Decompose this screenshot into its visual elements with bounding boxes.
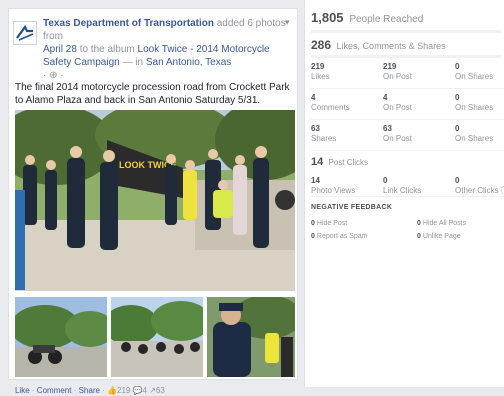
post-insights-panel: 1,805 People Reached 286 Likes, Comments… bbox=[304, 0, 504, 387]
metric-label: On Post bbox=[383, 103, 412, 112]
metric-label: Comments bbox=[311, 103, 350, 112]
post-date-link[interactable]: April 28 bbox=[43, 44, 77, 55]
metric-label: On Shares bbox=[455, 134, 494, 143]
clicks-label: Post Clicks bbox=[328, 158, 369, 167]
metric-value: 63 bbox=[311, 124, 320, 133]
location-prefix: — in bbox=[122, 57, 144, 68]
metric-label: On Shares bbox=[455, 72, 494, 81]
metric-value: 0 bbox=[455, 124, 460, 133]
metric-value: 4 bbox=[311, 93, 316, 102]
shares-row: 63 Shares 63 On Post 0 On Shares bbox=[311, 120, 504, 151]
hide-all-posts-stat: 0 Hide All Posts bbox=[417, 220, 467, 227]
unlike-page-stat: 0 Unlike Page bbox=[417, 233, 461, 240]
metric-value: 219 bbox=[311, 62, 325, 71]
metric-value: 14 bbox=[311, 176, 320, 185]
negative-feedback-title: NEGATIVE FEEDBACK bbox=[311, 204, 393, 211]
album-prefix: to the album bbox=[79, 44, 135, 55]
metric-value: 219 bbox=[383, 62, 397, 71]
metric-label: Shares bbox=[311, 134, 337, 143]
post-stats: 👍219 💬4 ↗63 bbox=[107, 386, 165, 395]
engagement-label: Likes, Comments & Shares bbox=[336, 41, 446, 51]
clicks-breakdown: 14 Photo Views 0 Link Clicks 0 Other Clicks… bbox=[311, 172, 504, 197]
post-footer: Like · Comment · Share · 👍219 💬4 ↗63 bbox=[15, 386, 165, 395]
thumbnail-photo-3[interactable] bbox=[207, 297, 295, 377]
metric-value: 0 bbox=[455, 93, 460, 102]
engagement-summary: 286 Likes, Comments & Shares bbox=[311, 38, 501, 52]
reach-summary: 1,805 People Reached bbox=[311, 10, 501, 25]
comments-row: 4 Comments 4 On Post 0 On Shares bbox=[311, 89, 504, 120]
chevron-down-icon[interactable]: ▾ bbox=[285, 17, 295, 27]
metric-value: 4 bbox=[383, 93, 388, 102]
metric-value: 63 bbox=[383, 124, 392, 133]
reach-label: People Reached bbox=[349, 14, 424, 25]
clicks-value: 14 bbox=[311, 156, 324, 168]
location-link[interactable]: San Antonio, Texas bbox=[146, 57, 231, 68]
page-avatar[interactable] bbox=[13, 21, 37, 45]
engagement-value: 286 bbox=[311, 38, 332, 52]
thumbnail-photo-2[interactable] bbox=[111, 297, 203, 377]
metric-label: On Post bbox=[383, 134, 412, 143]
post-clicks-summary: 14 Post Clicks bbox=[311, 156, 501, 168]
metric-value: 0 bbox=[455, 176, 460, 185]
post-body: The final 2014 motorcycle procession roa… bbox=[15, 82, 290, 106]
metric-label: Link Clicks bbox=[383, 186, 422, 195]
metric-value: 0 bbox=[455, 62, 460, 71]
likes-row: 219 Likes 219 On Post 0 On Shares bbox=[311, 58, 504, 89]
engagement-breakdown: 219 Likes 219 On Post 0 On Shares 4 Comments… bbox=[311, 58, 504, 151]
post-card: Texas Department of Transportation added… bbox=[8, 8, 298, 395]
metric-label: Photo Views bbox=[311, 186, 356, 195]
post-header-text: Texas Department of Transportation added… bbox=[43, 17, 289, 82]
reach-value: 1,805 bbox=[311, 10, 344, 25]
report-spam-stat: 0 Report as Spam bbox=[311, 233, 368, 240]
thumbnail-photo-1[interactable] bbox=[15, 297, 107, 377]
comment-link[interactable]: Comment bbox=[37, 386, 72, 395]
main-photo[interactable]: LOOK TWICE bbox=[15, 110, 295, 291]
metric-label: On Post bbox=[383, 72, 412, 81]
post-header: Texas Department of Transportation added… bbox=[13, 17, 295, 81]
reach-divider bbox=[311, 30, 501, 33]
share-link[interactable]: Share bbox=[79, 386, 100, 395]
metric-label: Likes bbox=[311, 72, 330, 81]
metric-label: On Shares bbox=[455, 103, 494, 112]
hide-post-stat: 0 Hide Post bbox=[311, 220, 348, 227]
metric-value: 0 bbox=[383, 176, 388, 185]
like-link[interactable]: Like bbox=[15, 386, 30, 395]
page-name-link[interactable]: Texas Department of Transportation bbox=[43, 18, 214, 29]
metric-label: Other Clicks ⓘ bbox=[455, 186, 504, 195]
privacy-icon: · ⊕ · bbox=[43, 70, 64, 81]
